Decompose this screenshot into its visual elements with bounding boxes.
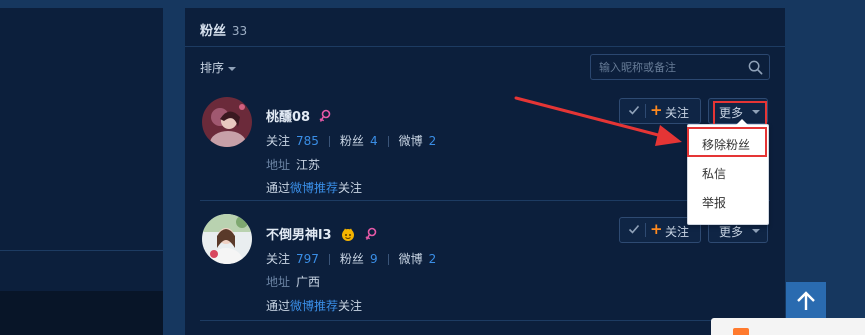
via-link[interactable]: 微博推荐 xyxy=(290,181,338,195)
address-label: 地址 xyxy=(266,158,291,172)
fans-label: 粉丝 xyxy=(339,252,364,266)
more-label: 更多 xyxy=(719,225,744,239)
weibo-count[interactable]: 2 xyxy=(429,134,437,148)
user-name-line: 不倒男神l3 xyxy=(266,224,377,243)
check-icon xyxy=(628,105,640,115)
search-box xyxy=(590,54,770,80)
menu-item-remove-fan[interactable]: 移除粉丝 xyxy=(688,131,768,159)
weibo-count[interactable]: 2 xyxy=(429,252,437,266)
search-input[interactable] xyxy=(599,58,739,76)
caret-down-icon xyxy=(752,229,760,233)
following-label: 关注 xyxy=(266,252,291,266)
menu-item-message[interactable]: 私信 xyxy=(688,160,768,188)
weibo-label: 微博 xyxy=(398,134,423,148)
female-icon xyxy=(365,227,376,240)
follow-label: 关注 xyxy=(665,225,690,239)
user-stats: 关注 797 粉丝 9 微博 2 xyxy=(266,250,436,267)
more-dropdown-menu: 移除粉丝 私信 举报 xyxy=(687,119,769,225)
caret-down-icon xyxy=(228,66,237,71)
stat-divider xyxy=(328,136,330,147)
left-divider xyxy=(0,250,163,251)
follow-button[interactable]: + 关注 xyxy=(619,98,701,124)
avatar[interactable] xyxy=(202,97,252,147)
address-value: 广西 xyxy=(296,275,321,289)
row-divider xyxy=(200,320,770,321)
plus-icon: + xyxy=(650,220,663,238)
header-divider xyxy=(185,46,785,47)
arrow-up-icon xyxy=(797,291,815,310)
scroll-to-top-button[interactable] xyxy=(786,282,826,320)
search-icon[interactable] xyxy=(748,60,763,75)
button-divider xyxy=(645,223,646,237)
fans-header: 粉丝 33 xyxy=(200,20,247,39)
fans-title: 粉丝 xyxy=(200,24,227,39)
floating-chat-card[interactable] xyxy=(711,318,865,335)
fans-count-value[interactable]: 9 xyxy=(370,252,378,266)
user-stats: 关注 785 粉丝 4 微博 2 xyxy=(266,132,436,149)
user-name[interactable]: 桃醺08 xyxy=(266,110,310,125)
user-address: 地址 广西 xyxy=(266,273,320,290)
follow-label: 关注 xyxy=(665,106,690,120)
via-prefix: 通过 xyxy=(266,181,291,195)
fans-panel: 粉丝 33 排序 桃醺08 xyxy=(185,8,785,335)
stat-divider xyxy=(387,254,389,265)
fans-count: 33 xyxy=(231,24,248,38)
stat-divider xyxy=(328,254,330,265)
following-count[interactable]: 785 xyxy=(296,134,319,148)
sort-label: 排序 xyxy=(200,61,225,75)
caret-down-icon xyxy=(752,110,760,114)
dropdown-arrow xyxy=(736,119,748,125)
stat-divider xyxy=(387,136,389,147)
via-prefix: 通过 xyxy=(266,299,291,313)
user-name[interactable]: 不倒男神l3 xyxy=(266,228,332,243)
following-label: 关注 xyxy=(266,134,291,148)
address-value: 江苏 xyxy=(296,158,321,172)
user-address: 地址 江苏 xyxy=(266,156,320,173)
crown-icon xyxy=(342,228,355,241)
follow-source: 通过微博推荐关注 xyxy=(266,179,362,196)
plus-icon: + xyxy=(650,101,663,119)
via-link[interactable]: 微博推荐 xyxy=(290,299,338,313)
via-suffix: 关注 xyxy=(338,299,363,313)
menu-item-report[interactable]: 举报 xyxy=(688,189,768,217)
fans-label: 粉丝 xyxy=(339,134,364,148)
female-icon xyxy=(319,109,330,122)
row-divider xyxy=(200,200,770,201)
avatar[interactable] xyxy=(202,214,252,264)
via-suffix: 关注 xyxy=(338,181,363,195)
check-icon xyxy=(628,224,640,234)
address-label: 地址 xyxy=(266,275,291,289)
chat-icon xyxy=(733,328,749,335)
weibo-label: 微博 xyxy=(398,252,423,266)
follow-source: 通过微博推荐关注 xyxy=(266,297,362,314)
left-panel xyxy=(0,8,163,335)
left-bottom-bar xyxy=(0,291,163,335)
user-name-line: 桃醺08 xyxy=(266,106,331,125)
sort-dropdown[interactable]: 排序 xyxy=(200,59,237,76)
fans-count-value[interactable]: 4 xyxy=(370,134,378,148)
following-count[interactable]: 797 xyxy=(296,252,319,266)
button-divider xyxy=(645,104,646,118)
